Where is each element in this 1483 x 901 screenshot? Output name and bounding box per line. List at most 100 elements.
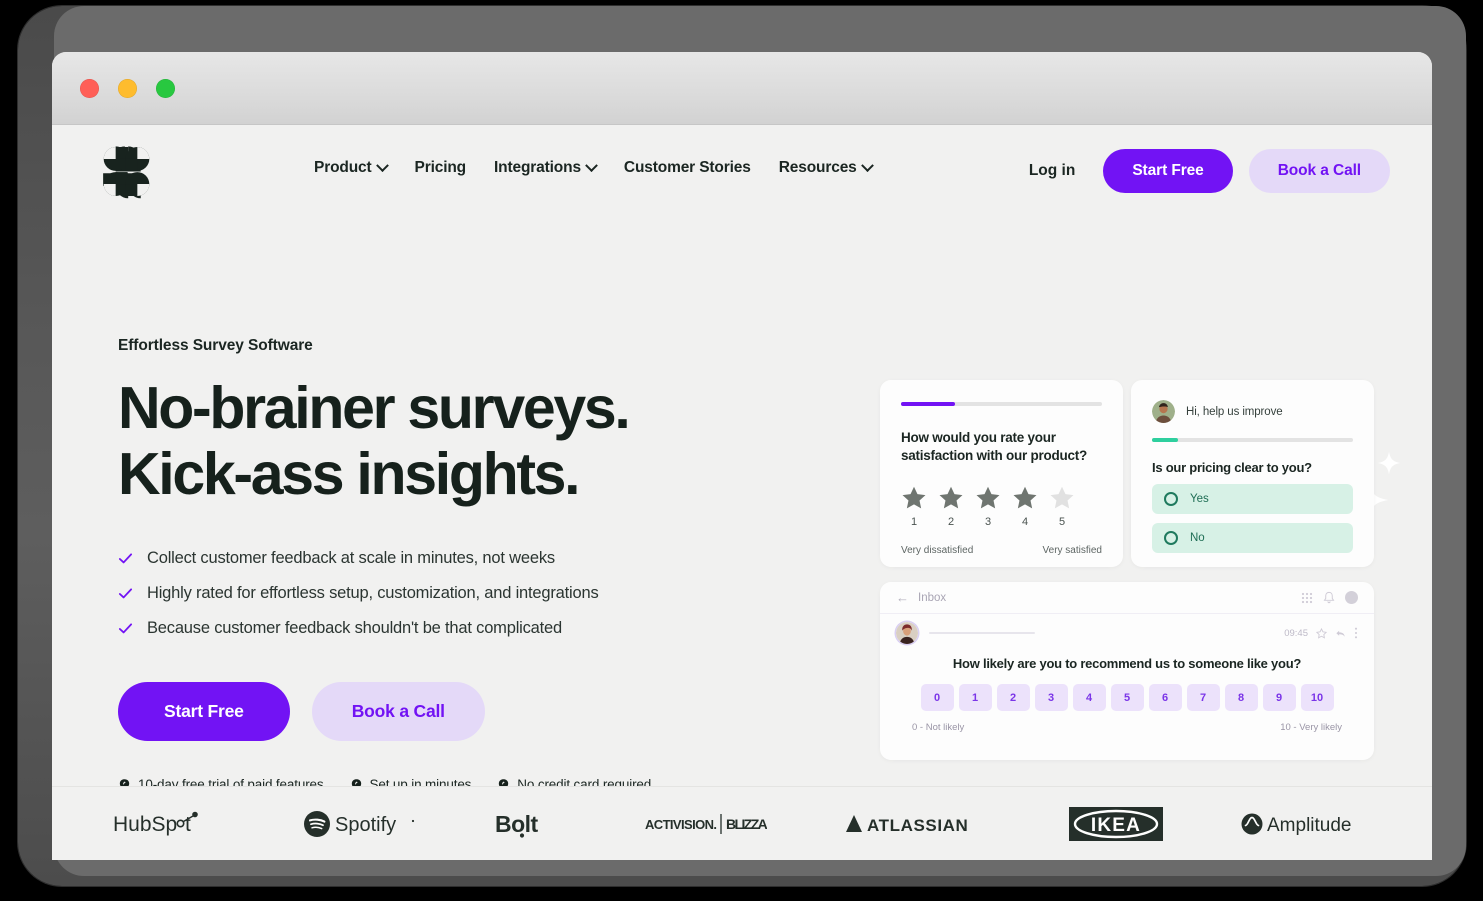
nav-book-a-call-button[interactable]: Book a Call bbox=[1248, 149, 1390, 193]
svg-text:HubSp: HubSp bbox=[113, 813, 177, 836]
nav-item-resources[interactable]: Resources bbox=[765, 158, 886, 177]
nav-item-label: Integrations bbox=[494, 159, 581, 176]
nps-question-text: How likely are you to recommend us to so… bbox=[952, 656, 1302, 671]
nav-links: Product Pricing Integrations Customer St… bbox=[300, 158, 886, 177]
avatar[interactable] bbox=[1345, 591, 1358, 604]
svg-text:IKEA: IKEA bbox=[1091, 815, 1141, 836]
star-icon[interactable] bbox=[1316, 627, 1327, 639]
brand-logo-ikea: IKEA bbox=[1069, 806, 1163, 841]
svg-text:t: t bbox=[185, 813, 191, 836]
rating-legend-left: Very dissatisfied bbox=[901, 544, 974, 556]
nav-item-customer-stories[interactable]: Customer Stories bbox=[610, 159, 765, 177]
nps-inbox-toolbar: ← Inbox bbox=[880, 582, 1374, 614]
check-icon bbox=[118, 588, 133, 599]
star-rating-label: 4 bbox=[1021, 515, 1029, 528]
survey-logo-icon[interactable] bbox=[98, 143, 155, 200]
star-rating-option[interactable]: 1 bbox=[901, 485, 927, 528]
nps-scale: 0 1 2 3 4 5 6 7 8 9 10 bbox=[880, 684, 1374, 711]
svg-text:BLIZZARD: BLIZZARD bbox=[726, 816, 767, 832]
list-item: Collect customer feedback at scale in mi… bbox=[118, 549, 838, 568]
brand-logo-activision-blizzard: ACTIVISION. BLIZZARD bbox=[645, 813, 767, 835]
bell-icon[interactable] bbox=[1323, 591, 1335, 604]
hero-section: Effortless Survey Software No-brainer su… bbox=[118, 337, 838, 792]
customer-logo-strip: HubSp t Spotify Bolt ACTIVISION. BLIZZA … bbox=[52, 786, 1432, 860]
nav-item-label: Pricing bbox=[414, 159, 467, 176]
list-item: Highly rated for effortless setup, custo… bbox=[118, 584, 838, 603]
pricing-card-header: Hi, help us improve bbox=[1152, 400, 1353, 423]
star-rating-option[interactable]: 5 bbox=[1049, 485, 1075, 528]
login-link[interactable]: Log in bbox=[1017, 162, 1088, 180]
nps-option[interactable]: 0 bbox=[920, 684, 954, 711]
pricing-question-text: Is our pricing clear to you? bbox=[1152, 459, 1312, 475]
maximize-window-button[interactable] bbox=[156, 78, 175, 98]
check-icon bbox=[118, 553, 133, 564]
message-subject-skeleton bbox=[929, 632, 1035, 634]
star-icon bbox=[1013, 486, 1037, 509]
hero-book-a-call-button[interactable]: Book a Call bbox=[311, 682, 485, 742]
message-timestamp: 09:45 bbox=[1284, 627, 1308, 639]
pricing-option-yes[interactable]: Yes bbox=[1152, 483, 1353, 514]
pricing-option-label: Yes bbox=[1190, 492, 1209, 505]
close-window-button[interactable] bbox=[80, 78, 99, 98]
nps-option[interactable]: 9 bbox=[1262, 684, 1296, 711]
star-rating-label: 2 bbox=[947, 515, 955, 528]
mock-nps-card: ← Inbox 09:45 How likely are you to reco… bbox=[880, 582, 1374, 760]
nav-item-product[interactable]: Product bbox=[300, 158, 401, 177]
nps-option[interactable]: 4 bbox=[1072, 684, 1106, 711]
star-icon bbox=[976, 486, 1000, 509]
star-rating-option[interactable]: 4 bbox=[1012, 485, 1038, 528]
star-rating-label: 3 bbox=[984, 515, 992, 528]
rating-legend-right: Very satisfied bbox=[1042, 544, 1102, 556]
pricing-progress-fill bbox=[1152, 438, 1179, 442]
nav-start-free-button[interactable]: Start Free bbox=[1103, 149, 1233, 193]
pricing-progress-bar bbox=[1152, 438, 1353, 442]
nps-legend-right: 10 - Very likely bbox=[1280, 722, 1342, 733]
star-rating-scale: 1 2 3 4 5 bbox=[901, 485, 1102, 528]
reply-icon[interactable] bbox=[1335, 628, 1346, 639]
nps-option[interactable]: 1 bbox=[958, 684, 992, 711]
star-rating-label: 1 bbox=[910, 515, 918, 528]
brand-logo-spotify: Spotify bbox=[303, 810, 417, 838]
survey-progress-fill bbox=[901, 402, 956, 406]
mock-rating-card: How would you rate your satisfaction wit… bbox=[880, 380, 1123, 567]
nps-legend-left: 0 - Not likely bbox=[912, 722, 965, 733]
nav-item-label: Product bbox=[314, 159, 372, 176]
more-vertical-icon[interactable] bbox=[1354, 627, 1358, 639]
nps-option[interactable]: 3 bbox=[1034, 684, 1068, 711]
minimize-window-button[interactable] bbox=[118, 78, 137, 98]
nps-message-actions: 09:45 bbox=[1284, 627, 1358, 639]
nps-option[interactable]: 7 bbox=[1186, 684, 1220, 711]
avatar-photo-icon bbox=[1152, 400, 1175, 423]
nav-item-pricing[interactable]: Pricing bbox=[401, 159, 481, 177]
star-rating-option[interactable]: 2 bbox=[938, 485, 964, 528]
chevron-down-icon bbox=[375, 158, 389, 172]
star-icon bbox=[902, 486, 926, 509]
star-rating-option[interactable]: 3 bbox=[975, 485, 1001, 528]
back-arrow-icon[interactable]: ← bbox=[896, 590, 909, 605]
svg-text:ACTIVISION.: ACTIVISION. bbox=[645, 817, 716, 832]
brand-logo-atlassian: ATLASSIAN bbox=[845, 813, 991, 835]
avatar-photo-icon bbox=[896, 622, 918, 644]
hubspot-logo-icon: HubSp t bbox=[113, 811, 198, 836]
browser-window: Product Pricing Integrations Customer St… bbox=[52, 52, 1432, 860]
nps-option[interactable]: 6 bbox=[1148, 684, 1182, 711]
brand-logo-hubspot: HubSp t bbox=[113, 811, 225, 837]
hero-eyebrow: Effortless Survey Software bbox=[118, 337, 313, 354]
nps-option[interactable]: 8 bbox=[1224, 684, 1258, 711]
hero-start-free-button[interactable]: Start Free bbox=[118, 682, 290, 742]
activision-blizzard-logo-icon: ACTIVISION. BLIZZARD bbox=[645, 813, 767, 834]
spotify-logo-icon: Spotify bbox=[304, 810, 415, 837]
nps-option[interactable]: 10 bbox=[1300, 684, 1334, 711]
webpage-content: Product Pricing Integrations Customer St… bbox=[52, 125, 1432, 860]
window-titlebar bbox=[52, 52, 1432, 125]
pricing-option-no[interactable]: No bbox=[1152, 522, 1353, 553]
nps-option[interactable]: 5 bbox=[1110, 684, 1144, 711]
hero-cta-group: Start Free Book a Call bbox=[118, 682, 838, 742]
hero-headline-line1: No-brainer surveys. bbox=[118, 375, 631, 441]
mock-pricing-card: Hi, help us improve Is our pricing clear… bbox=[1131, 380, 1374, 567]
nav-item-integrations[interactable]: Integrations bbox=[480, 158, 610, 177]
apps-grid-icon[interactable] bbox=[1301, 592, 1313, 604]
radio-button-icon bbox=[1164, 530, 1178, 545]
star-icon bbox=[1050, 486, 1074, 509]
nps-option[interactable]: 2 bbox=[996, 684, 1030, 711]
